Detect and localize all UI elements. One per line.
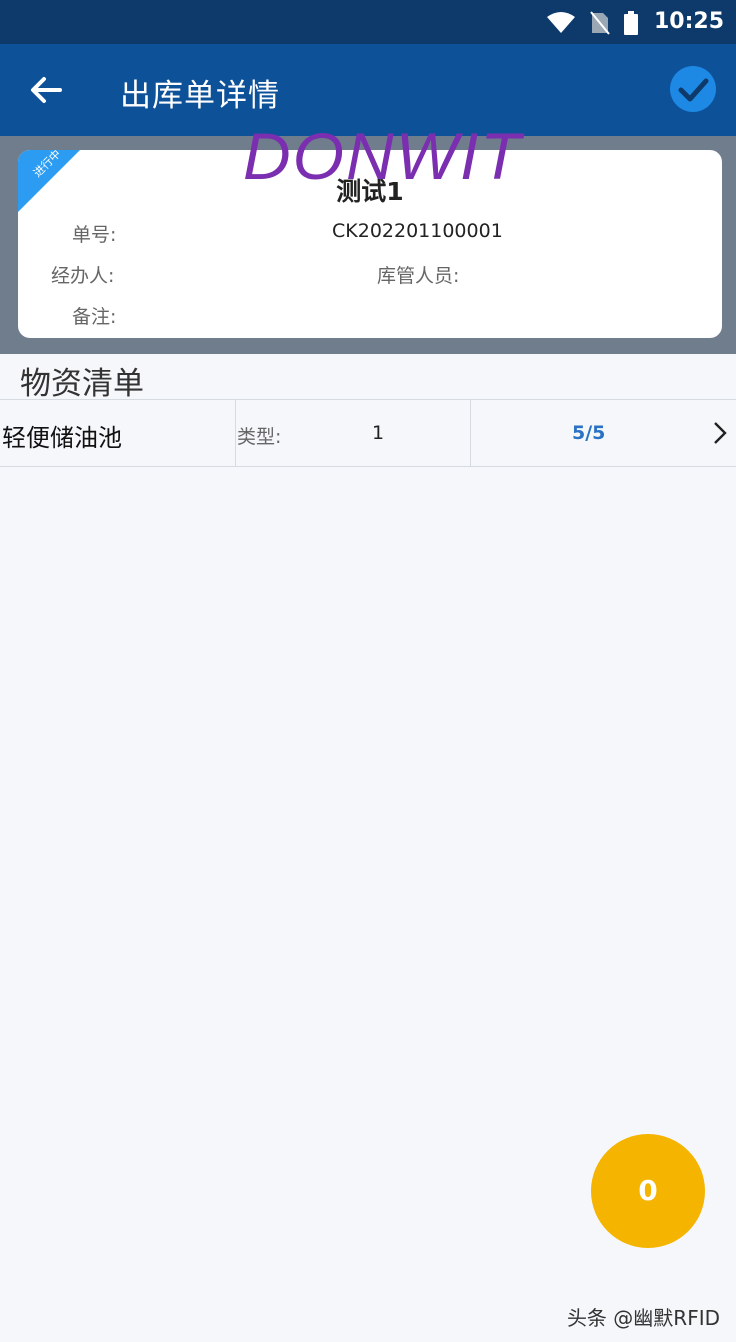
chevron-right-icon	[714, 422, 727, 444]
status-bar: 10:25	[0, 0, 736, 44]
order-info-card: 进行中 测试1 单号: CK202201100001 经办人: 库管人员: 备注…	[18, 150, 722, 338]
wifi-icon	[547, 12, 575, 33]
page-title: 出库单详情	[120, 78, 280, 114]
item-name: 轻便储油池	[2, 424, 122, 452]
remark-label: 备注:	[72, 306, 117, 328]
order-no-label: 单号:	[72, 224, 117, 246]
status-icons	[546, 11, 638, 35]
check-circle-icon[interactable]	[668, 64, 718, 114]
order-header: 进行中 测试1 单号: CK202201100001 经办人: 库管人员: 备注…	[0, 136, 736, 354]
scan-count-button[interactable]: 0	[591, 1134, 705, 1248]
handler-label: 经办人:	[51, 265, 115, 287]
battery-icon	[624, 11, 638, 35]
cell-divider	[470, 400, 471, 466]
item-type-label: 类型:	[237, 426, 282, 448]
no-sim-icon	[590, 11, 610, 35]
status-time: 10:25	[653, 9, 724, 34]
item-quantity: 5/5	[572, 422, 606, 444]
keeper-label: 库管人员:	[377, 265, 460, 287]
section-title: 物资清单	[20, 366, 144, 402]
footer-watermark: 头条 @幽默RFID	[566, 1306, 720, 1330]
arrow-left-icon[interactable]	[22, 66, 70, 114]
order-no-value: CK202201100001	[332, 220, 503, 242]
cell-divider	[235, 400, 236, 466]
item-type-value: 1	[372, 422, 385, 444]
order-title: 测试1	[336, 177, 404, 206]
list-item[interactable]: 轻便储油池 类型: 1 5/5	[0, 399, 736, 467]
app-bar: 出库单详情	[0, 44, 736, 136]
